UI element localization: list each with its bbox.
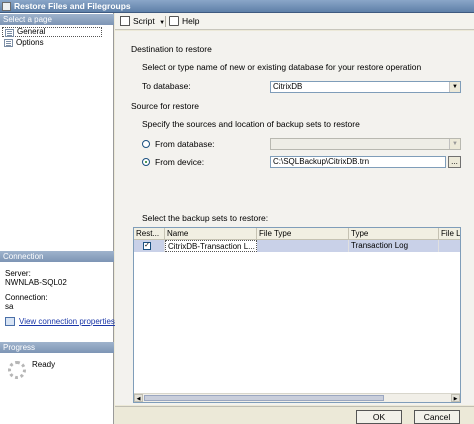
to-database-combo[interactable]: CitrixDB ▼ xyxy=(270,81,461,93)
help-label: Help xyxy=(182,16,200,26)
server-block: Server: NWNLAB-SQL02 xyxy=(5,269,67,287)
horizontal-scrollbar[interactable]: ◀ ▶ xyxy=(134,393,460,402)
scroll-left-icon[interactable]: ◀ xyxy=(134,394,143,402)
page-icon xyxy=(4,39,13,47)
column-header-restore[interactable]: Rest... xyxy=(134,228,165,240)
destination-description: Select or type name of new or existing d… xyxy=(142,62,422,72)
from-device-input[interactable]: C:\SQLBackup\CitrixDB.trn xyxy=(270,156,446,168)
to-database-value: CitrixDB xyxy=(273,82,303,91)
connection-label: Connection: xyxy=(5,293,48,302)
progress-header: Progress xyxy=(0,342,114,353)
script-icon xyxy=(120,16,130,26)
scrollbar-thumb[interactable] xyxy=(144,395,384,401)
column-header-file-type[interactable]: File Type xyxy=(257,228,349,240)
connection-properties-icon xyxy=(5,317,15,326)
main-panel: Script ▼ Help Destination to restore Sel… xyxy=(115,13,474,424)
server-label: Server: xyxy=(5,269,31,278)
restore-cell: ✓ xyxy=(134,240,165,252)
backup-sets-grid: Rest... Name File Type Type File Lo ✓ Ci… xyxy=(133,227,461,403)
chevron-down-icon[interactable]: ▼ xyxy=(449,139,460,149)
from-database-radio[interactable] xyxy=(142,140,150,148)
help-icon xyxy=(169,16,179,26)
from-device-radio[interactable] xyxy=(142,158,150,166)
title-bar: Restore Files and Filegroups xyxy=(0,0,474,13)
backup-name-cell: CitrixDB-Transaction L... xyxy=(165,240,257,252)
script-button[interactable]: Script ▼ xyxy=(119,15,165,28)
toolbar: Script ▼ Help xyxy=(115,13,474,30)
page-item-general[interactable]: General xyxy=(2,27,102,37)
column-header-type[interactable]: Type xyxy=(349,228,439,240)
grid-header: Rest... Name File Type Type File Lo xyxy=(134,228,460,240)
source-description: Specify the sources and location of back… xyxy=(142,119,360,129)
browse-button[interactable]: ... xyxy=(448,156,461,168)
dialog-button-bar: OK Cancel xyxy=(115,406,474,424)
table-row[interactable]: ✓ CitrixDB-Transaction L... Transaction … xyxy=(134,240,460,252)
connection-header: Connection xyxy=(0,251,114,262)
script-label: Script xyxy=(133,16,155,26)
from-device-label: From device: xyxy=(155,157,205,167)
help-button[interactable]: Help xyxy=(168,15,199,28)
server-value: NWNLAB-SQL02 xyxy=(5,278,67,287)
view-connection-properties-link[interactable]: View connection properties xyxy=(19,317,115,326)
column-header-file-location[interactable]: File Lo xyxy=(439,228,460,240)
page-item-label: General xyxy=(17,27,46,36)
from-database-label: From database: xyxy=(155,139,215,149)
page-item-label: Options xyxy=(16,38,44,47)
page-icon xyxy=(5,29,14,37)
type-cell: Transaction Log xyxy=(349,240,439,252)
cancel-button[interactable]: Cancel xyxy=(414,410,460,424)
column-header-name[interactable]: Name xyxy=(165,228,257,240)
backup-sets-label: Select the backup sets to restore: xyxy=(142,213,269,223)
window-icon xyxy=(2,2,11,11)
scroll-right-icon[interactable]: ▶ xyxy=(451,394,460,402)
ok-button[interactable]: OK xyxy=(356,410,402,424)
progress-status: Ready xyxy=(32,360,56,369)
window-title: Restore Files and Filegroups xyxy=(14,1,131,11)
toolbar-separator xyxy=(165,16,166,27)
from-database-combo[interactable]: ▼ xyxy=(270,138,461,150)
restore-checkbox[interactable]: ✓ xyxy=(143,242,151,250)
destination-header: Destination to restore xyxy=(131,44,212,54)
page-item-options[interactable]: Options xyxy=(2,38,102,48)
file-type-cell xyxy=(257,240,349,252)
left-panel: Select a page General Options Connection… xyxy=(0,13,115,424)
from-device-value: C:\SQLBackup\CitrixDB.trn xyxy=(273,157,370,166)
source-header: Source for restore xyxy=(131,101,200,111)
connection-block: Connection: sa xyxy=(5,293,48,311)
select-page-header: Select a page xyxy=(0,14,114,25)
file-location-cell xyxy=(439,240,460,252)
general-page-content: Destination to restore Select or type na… xyxy=(115,31,474,405)
to-database-label: To database: xyxy=(142,81,191,91)
progress-spinner-icon xyxy=(8,361,26,379)
connection-value: sa xyxy=(5,302,14,311)
chevron-down-icon[interactable]: ▼ xyxy=(449,82,460,92)
